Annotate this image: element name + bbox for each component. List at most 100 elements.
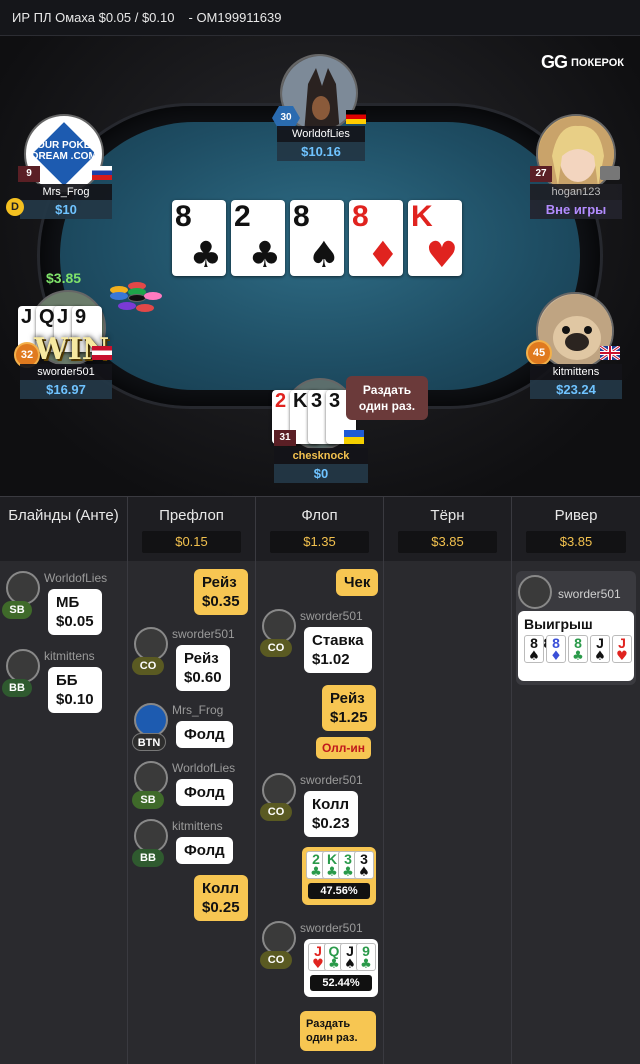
player-stack: $23.24 [530, 380, 622, 399]
column-title: Тёрн [430, 507, 465, 524]
deal-once-bubble: Раздать один раз. [300, 1011, 376, 1051]
pot-amount: $3.85 [46, 270, 82, 286]
gg-logo: GG ПОКЕРОК [541, 52, 624, 73]
player-name: sworder501 [20, 364, 112, 380]
action-amount: $0.35 [202, 593, 240, 610]
avatar [134, 819, 168, 853]
action-amount: $0.23 [312, 815, 350, 832]
column-pot: $1.35 [270, 531, 369, 553]
player-name: kitmittens [172, 819, 223, 833]
player-name: WorldofLies [172, 761, 236, 775]
position-tag: SB [132, 791, 164, 809]
position-tag: BB [132, 849, 164, 867]
column-header-river: Ривер $3.85 [512, 497, 640, 561]
player-name: Mrs_Frog [20, 184, 112, 200]
card-rank: 8 [574, 635, 582, 651]
pot-chips [104, 280, 164, 320]
player-name: hogan123 [530, 184, 622, 200]
board-card: 2 ♣ [231, 200, 285, 276]
card-rank: 9 [75, 306, 87, 328]
card-rank: 3 [329, 390, 341, 412]
card-rank: Q [39, 306, 55, 328]
equity-percent: 47.56% [308, 883, 370, 899]
column-pot: $0.15 [142, 531, 241, 553]
board-card: 8 ♠ [290, 200, 344, 276]
card-rank: 3 [311, 390, 323, 412]
position-tag: CO [132, 657, 164, 675]
card-suit: ♥ [425, 235, 458, 276]
action-bubble: ББ $0.10 [48, 667, 102, 713]
hero-action-bubble: Колл $0.25 [194, 875, 248, 921]
action-amount: $1.02 [312, 651, 350, 668]
action-label: МБ [56, 594, 80, 611]
window-title-bar: ИР ПЛ Омаха $0.05 / $0.10 - OM199911639 [0, 0, 640, 36]
column-title: Флоп [301, 507, 338, 524]
mini-card: 9 ♣ [356, 943, 376, 972]
avatar [6, 649, 40, 683]
column-header-blinds: Блайнды (Анте) [0, 497, 128, 561]
austria-flag-icon [92, 346, 112, 360]
action-history-panel: Блайнды (Анте) Префлоп $0.15 Флоп $1.35 … [0, 496, 640, 1064]
card-suit: ♣ [572, 649, 584, 664]
avatar [134, 761, 168, 795]
action-bubble: Фолд [176, 721, 233, 748]
villain-hand-box: J ♥ Q ♣ J ♠ 9 ♣ 52.44% [304, 939, 378, 997]
slovenia-flag-icon [92, 166, 112, 180]
deal-once-tooltip: Раздать один раз. [346, 376, 428, 420]
column-title: Блайнды (Анте) [8, 507, 119, 524]
all-in-badge: Олл-ин [316, 737, 372, 759]
dealer-button: D [6, 198, 24, 216]
action-label: Рейз [184, 650, 219, 667]
action-label: ББ [56, 672, 78, 689]
hero-action-bubble: Рейз $1.25 [322, 685, 376, 731]
action-amount: $0.60 [184, 669, 222, 686]
avatar [536, 114, 616, 194]
avatar [6, 571, 40, 605]
avatar-your-poker-dream: YOUR POKER DREAM .COM [24, 114, 104, 194]
card-rank: K [411, 200, 433, 233]
card-rank: 2 [234, 200, 251, 233]
position-tag: BTN [132, 733, 166, 751]
card-rank: 8 [352, 200, 369, 233]
card-rank: J [21, 306, 33, 328]
card-suit: ♣ [360, 957, 372, 972]
card-suit: ♠ [307, 235, 340, 276]
card-rank: J [57, 306, 69, 328]
board-card: 8 ♣ [172, 200, 226, 276]
mini-card: 3 ♠ [354, 851, 374, 880]
level-badge: 27 [530, 166, 552, 182]
player-stack: $10 [20, 200, 112, 219]
card-rank: 8 [175, 200, 192, 233]
action-amount: $0.10 [56, 691, 94, 708]
column-header-preflop: Префлоп $0.15 [128, 497, 256, 561]
card-suit: ♣ [248, 235, 281, 276]
avatar [134, 627, 168, 661]
winner-name: sworder501 [558, 587, 621, 601]
avatar-your-poker-dream [134, 703, 168, 737]
player-stack: $0 [274, 464, 368, 483]
mini-card: 8 ♣ [568, 635, 588, 664]
preflop-column: Рейз $0.35 CO sworder501 Рейз $0.60 BTN Mr… [128, 561, 256, 1064]
action-label: Рейз [330, 690, 365, 707]
column-title: Ривер [554, 507, 598, 524]
position-tag: SB [2, 601, 32, 619]
avatar [262, 921, 296, 955]
card-rank: J [596, 635, 604, 651]
logo-mark: GG [541, 52, 568, 72]
card-suit: ♦ [366, 235, 399, 276]
action-label: Колл [312, 796, 350, 813]
flag-icon [600, 166, 620, 180]
column-header-turn: Тёрн $3.85 [384, 497, 512, 561]
mini-card: 8 ♦ [546, 635, 566, 664]
hero-action-bubble: Чек [336, 569, 379, 596]
table-title: ИР ПЛ Омаха $0.05 / $0.10 [12, 10, 175, 25]
action-bubble: Ставка $1.02 [304, 627, 372, 673]
position-tag: CO [260, 639, 292, 657]
avatar [518, 575, 552, 609]
player-name: sworder501 [172, 627, 235, 641]
board-card: K ♥ [408, 200, 462, 276]
action-amount: $0.05 [56, 613, 94, 630]
ukraine-flag-icon [344, 430, 364, 444]
winner-box: sworder501 Выигрыш $3.85 8♠8♦8♣J♠J♥ [516, 571, 636, 685]
card-suit: ♦ [550, 649, 562, 664]
